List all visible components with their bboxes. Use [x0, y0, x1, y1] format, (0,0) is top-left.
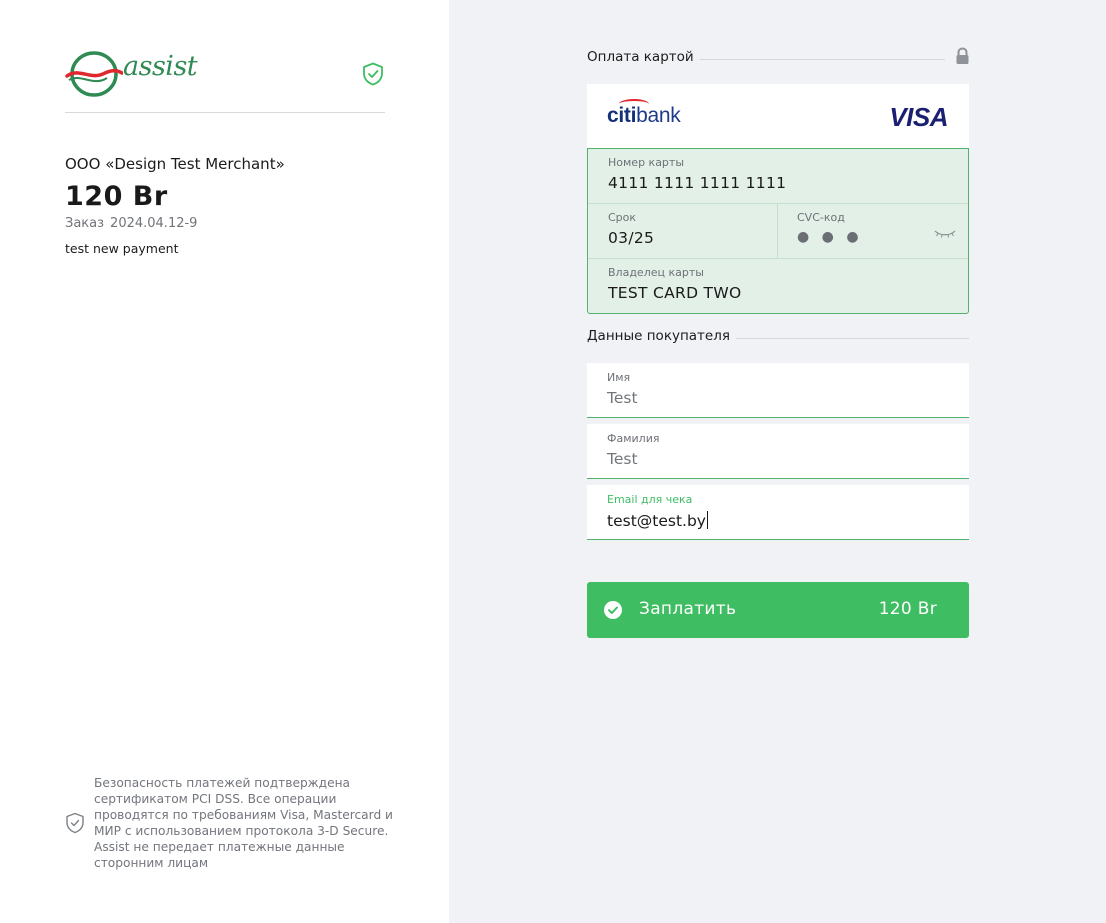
expiry-value[interactable]: 03/25: [608, 229, 654, 247]
shield-check-icon: [66, 812, 84, 834]
order-number-value: 2024.04.12-9: [110, 216, 198, 231]
pay-button-amount: 120 Br: [878, 599, 937, 619]
expiry-label: Срок: [608, 211, 637, 224]
order-label: Заказ: [65, 216, 105, 231]
first-name-field[interactable]: Имя Test: [587, 363, 969, 418]
eye-closed-icon[interactable]: [934, 228, 956, 240]
bank-logo-prefix: citi: [607, 99, 649, 127]
expiry-cvc-row: Срок 03/25 CVC-код ● ● ●: [588, 204, 968, 259]
card-holder-field[interactable]: Владелец карты TEST CARD TWO: [588, 259, 968, 314]
order-amount: 120 Br: [65, 181, 168, 212]
last-name-label: Фамилия: [607, 432, 660, 445]
card-section-title: Оплата картой: [587, 49, 700, 65]
text-caret: [706, 511, 708, 529]
cvc-label: CVC-код: [797, 211, 845, 224]
email-label: Email для чека: [607, 493, 693, 506]
order-number: Заказ 2024.04.12-9: [65, 216, 203, 231]
card-number-value[interactable]: 4111 1111 1111 1111: [608, 174, 786, 192]
order-panel: assist ООО «Design Test Merchant» 120 Br…: [0, 0, 449, 923]
section-divider: [694, 59, 945, 60]
first-name-input[interactable]: Test: [607, 389, 638, 407]
first-name-label: Имя: [607, 371, 631, 384]
order-description: test new payment: [65, 241, 179, 256]
email-field[interactable]: Email для чека test@test.by: [587, 485, 969, 540]
lock-icon: [956, 47, 969, 64]
bank-logo: citibank: [607, 99, 681, 128]
card-holder-label: Владелец карты: [608, 266, 704, 279]
email-input-value: test@test.by: [607, 512, 706, 530]
cvc-value[interactable]: ● ● ●: [797, 229, 863, 245]
check-circle-icon: [604, 601, 622, 619]
card-number-label: Номер карты: [608, 156, 685, 169]
last-name-field[interactable]: Фамилия Test: [587, 424, 969, 479]
section-divider: [730, 338, 969, 339]
card-form: Номер карты 4111 1111 1111 1111 Срок 03/…: [587, 148, 969, 314]
card-number-field[interactable]: Номер карты 4111 1111 1111 1111: [588, 149, 968, 204]
security-text: Безопасность платежей подтверждена серти…: [94, 776, 393, 870]
field-divider: [777, 204, 778, 259]
card-holder-value[interactable]: TEST CARD TWO: [608, 284, 741, 302]
merchant-name: ООО «Design Test Merchant»: [65, 155, 285, 173]
buyer-section-title: Данные покупателя: [587, 328, 736, 344]
pay-button-label: Заплатить: [639, 599, 737, 619]
assist-logo: assist: [65, 49, 198, 99]
last-name-input[interactable]: Test: [607, 450, 638, 468]
assist-logo-icon: [65, 51, 124, 97]
visa-logo: VISA: [889, 102, 948, 132]
divider: [65, 112, 385, 113]
pay-button[interactable]: Заплатить 120 Br: [587, 582, 969, 638]
card-brand-header: citibank VISA: [587, 84, 969, 148]
email-input[interactable]: test@test.by: [607, 511, 708, 530]
shield-check-icon: [363, 62, 383, 86]
logo-text: assist: [123, 51, 198, 82]
